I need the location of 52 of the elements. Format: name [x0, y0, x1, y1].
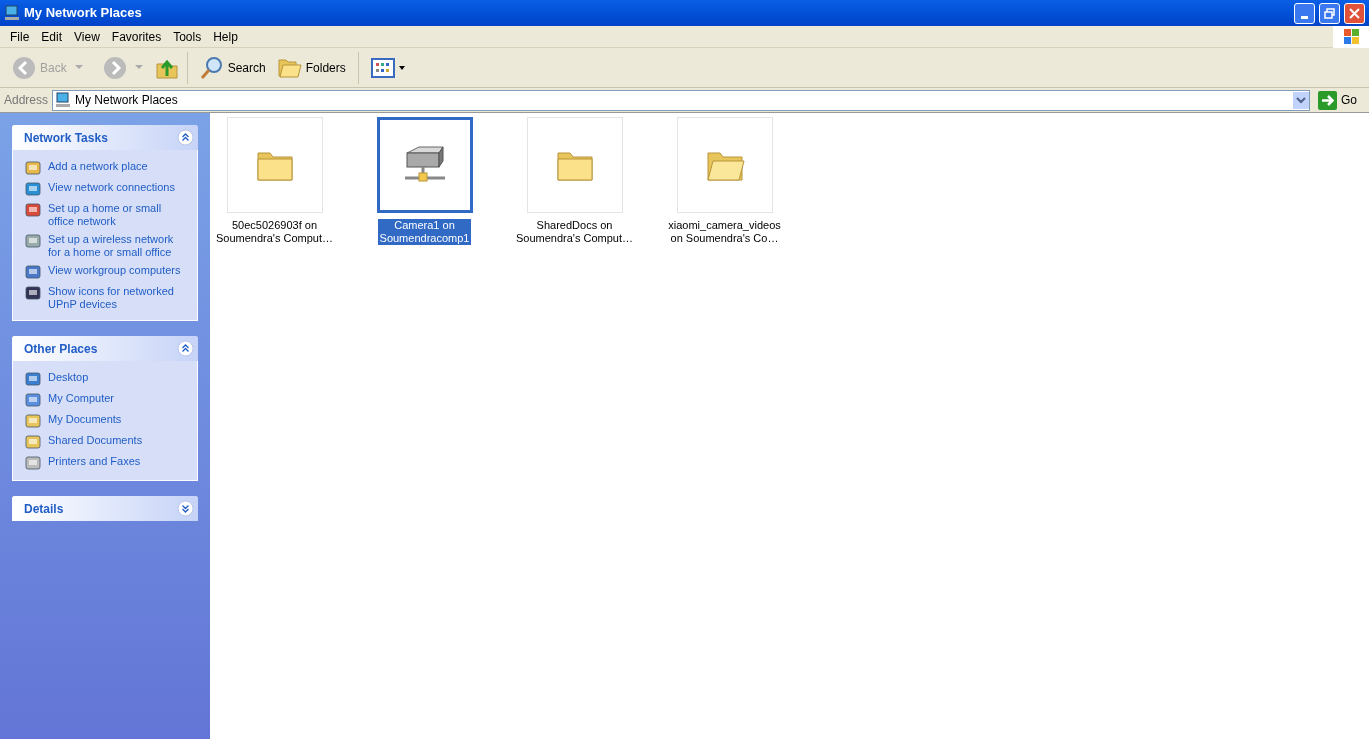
panel-title: Network Tasks [24, 129, 108, 147]
task-link[interactable]: Add a network place [48, 159, 148, 173]
network-icon [55, 92, 72, 108]
task-link[interactable]: Desktop [48, 370, 89, 384]
task-link[interactable]: View network connections [48, 180, 175, 194]
minimize-button[interactable] [1294, 2, 1315, 24]
folders-icon [277, 56, 302, 79]
task-link[interactable]: Set up a wireless network for a home or small office [48, 232, 185, 259]
menu-item[interactable]: File [4, 27, 36, 46]
menu-item[interactable]: Edit [35, 27, 69, 46]
close-button[interactable] [1344, 2, 1365, 24]
shared-folder-tile[interactable]: xiaomi_camera_videos on Soumendra's Co… [664, 117, 785, 245]
file-label: SharedDocs on Soumendra's Comput… [515, 219, 635, 245]
search-button[interactable]: Search [195, 55, 270, 80]
address-field[interactable]: My Network Places [52, 89, 1310, 111]
panel-title: Details [24, 500, 64, 518]
dropdown-caret-icon [398, 65, 405, 70]
file-label: Camera1 on Soumendracomp1 [377, 219, 472, 245]
views-grid-icon [370, 57, 395, 78]
shared-folder-tile[interactable]: SharedDocs on Soumendra's Comput… [514, 117, 635, 245]
search-icon [199, 55, 224, 80]
restore-button[interactable] [1319, 2, 1340, 24]
task-link[interactable]: Shared Documents [48, 433, 143, 447]
panel-header[interactable]: Details [12, 496, 198, 521]
task-link[interactable]: My Documents [48, 412, 122, 426]
window-title: My Network Places [24, 4, 143, 23]
network-icon [4, 5, 20, 21]
folders-button[interactable]: Folders [273, 56, 350, 79]
task-link[interactable]: My Computer [48, 391, 115, 405]
task-link[interactable]: View workgroup computers [48, 263, 181, 277]
task-link[interactable]: Show icons for networked UPnP devices [48, 284, 185, 311]
windows-logo-icon [1333, 25, 1369, 48]
file-label: xiaomi_camera_videos on Soumendra's Co… [667, 219, 782, 245]
panel-title: Other Places [24, 340, 98, 358]
panel-header[interactable]: Other Places [12, 336, 198, 361]
menu-item[interactable]: Favorites [105, 27, 168, 46]
collapse-icon[interactable] [177, 129, 194, 146]
go-button[interactable]: Go [1314, 90, 1365, 110]
shared-folder-tile[interactable]: 50ec5026903f on Soumendra's Comput… [214, 117, 335, 245]
restore-icon [1324, 7, 1335, 19]
file-label: 50ec5026903f on Soumendra's Comput… [215, 219, 335, 245]
address-label: Address [4, 92, 49, 109]
task-link[interactable]: Printers and Faxes [48, 454, 141, 468]
panel-header[interactable]: Network Tasks [12, 125, 198, 150]
close-icon [1349, 7, 1360, 19]
menu-item[interactable]: Help [207, 27, 244, 46]
menu-item[interactable]: View [68, 27, 106, 46]
menu-item[interactable]: Tools [167, 27, 208, 46]
expand-icon[interactable] [177, 500, 194, 517]
task-link[interactable]: Set up a home or small office network [48, 201, 185, 228]
shared-folder-tile[interactable]: Camera1 on Soumendracomp1 [364, 117, 485, 245]
collapse-icon[interactable] [177, 340, 194, 357]
